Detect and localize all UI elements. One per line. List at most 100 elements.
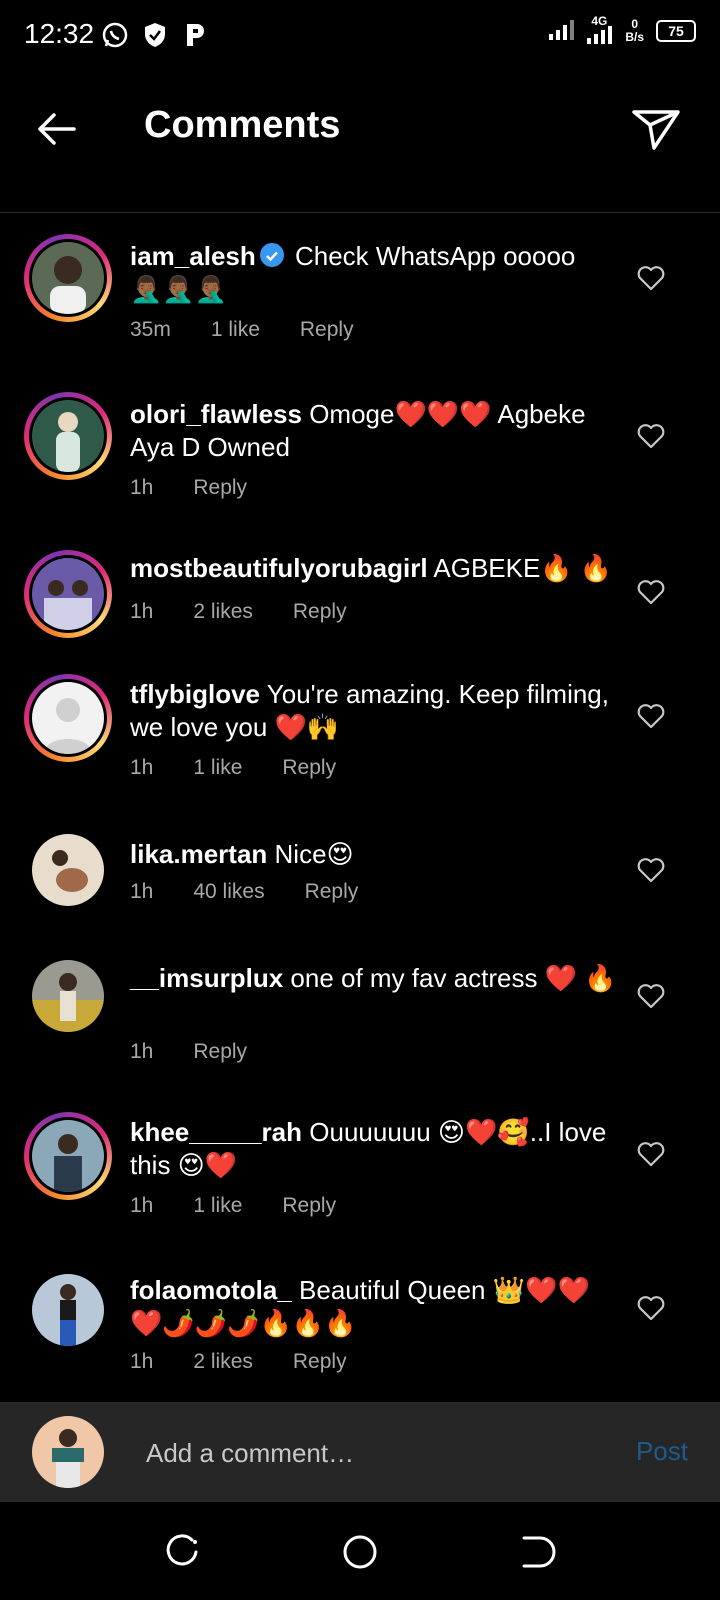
comment-username[interactable]: folaomotola_ [130, 1275, 292, 1305]
comment-body: lika.mertan Nice😍 [130, 838, 620, 871]
heart-icon [637, 984, 665, 1009]
comment-body: tflybiglove You're amazing. Keep filming… [130, 678, 620, 744]
p-app-icon [180, 20, 210, 50]
reply-button[interactable]: Reply [293, 1350, 347, 1374]
story-ring[interactable] [24, 674, 112, 762]
comments-list[interactable]: iam_alesh Check WhatsApp ooooo 🤦🏾‍♂️🤦🏾‍♂… [0, 214, 720, 1402]
story-ring[interactable] [24, 234, 112, 322]
heart-icon [637, 704, 665, 729]
like-button[interactable] [636, 1140, 666, 1168]
back-nav-icon [522, 1536, 556, 1568]
home-button[interactable] [340, 1532, 380, 1572]
page-title: Comments [144, 104, 341, 146]
comment-time: 1h [130, 756, 154, 779]
avatar [32, 558, 104, 630]
reply-button[interactable]: Reply [282, 756, 336, 780]
status-notification-icons [100, 20, 210, 50]
home-circle-icon [343, 1535, 377, 1569]
story-ring[interactable] [24, 392, 112, 480]
comment-username[interactable]: khee_____rah [130, 1117, 302, 1147]
comment-body: folaomotola_ Beautiful Queen 👑❤️❤️ ❤️🌶️🌶… [130, 1274, 620, 1340]
reply-button[interactable]: Reply [193, 1040, 247, 1064]
avatar [32, 400, 104, 472]
comment-meta: 1h Reply [130, 1040, 247, 1064]
story-ring[interactable] [24, 550, 112, 638]
header-divider [0, 212, 720, 213]
reply-button[interactable]: Reply [305, 880, 359, 904]
comment-item: khee_____rah Ouuuuuuu 😍❤️🥰..I love this … [0, 1112, 720, 1242]
comment-likes[interactable]: 2 likes [193, 1350, 253, 1374]
comment-body: mostbeautifulyorubagirl AGBEKE🔥 🔥 [130, 552, 620, 585]
comment-meta: 35m 1 like Reply [130, 318, 354, 342]
back-nav-button[interactable] [516, 1532, 556, 1572]
story-ring[interactable] [24, 1112, 112, 1200]
like-button[interactable] [636, 422, 666, 450]
comment-likes[interactable]: 2 likes [193, 600, 253, 624]
like-button[interactable] [636, 578, 666, 606]
comment-text: Nice😍 [274, 839, 354, 869]
status-time: 12:32 [24, 18, 95, 49]
comment-time: 1h [130, 600, 154, 623]
avatar [32, 242, 104, 314]
comment-username[interactable]: mostbeautifulyorubagirl [130, 553, 428, 583]
back-button[interactable] [30, 102, 86, 158]
comment-time: 1h [130, 880, 154, 903]
comment-time: 1h [130, 476, 154, 499]
comment-meta: 1h 2 likes Reply [130, 600, 347, 624]
avatar[interactable] [32, 834, 104, 906]
reply-button[interactable]: Reply [293, 600, 347, 624]
avatar[interactable] [32, 1274, 104, 1346]
comment-body: iam_alesh Check WhatsApp ooooo 🤦🏾‍♂️🤦🏾‍♂… [130, 240, 620, 306]
comment-emoji: 🤦🏾‍♂️🤦🏾‍♂️🤦🏾‍♂️ [130, 274, 228, 304]
comment-likes[interactable]: 40 likes [193, 880, 264, 904]
comment-composer: Post [0, 1402, 720, 1502]
like-button[interactable] [636, 856, 666, 884]
comment-body: olori_flawless Omoge❤️❤️❤️ Agbeke Aya D … [130, 398, 620, 464]
comment-item: folaomotola_ Beautiful Queen 👑❤️❤️ ❤️🌶️🌶… [0, 1274, 720, 1402]
reply-button[interactable]: Reply [282, 1194, 336, 1218]
comment-username[interactable]: tflybiglove [130, 679, 260, 709]
comment-username[interactable]: olori_flawless [130, 399, 302, 429]
comment-item: iam_alesh Check WhatsApp ooooo 🤦🏾‍♂️🤦🏾‍♂… [0, 234, 720, 384]
battery-indicator: 75 [656, 20, 696, 42]
comment-likes[interactable]: 1 like [193, 756, 242, 780]
verified-badge-icon [259, 243, 284, 267]
heart-icon [637, 424, 665, 449]
comment-item: mostbeautifulyorubagirl AGBEKE🔥 🔥 1h 2 l… [0, 550, 720, 660]
reply-button[interactable]: Reply [193, 476, 247, 500]
comment-likes[interactable]: 1 like [211, 318, 260, 342]
comment-item: lika.mertan Nice😍 1h 40 likes Reply [0, 834, 720, 944]
signal-icon [549, 19, 575, 43]
arrow-left-icon [38, 113, 76, 145]
heart-icon [637, 1296, 665, 1321]
shield-check-icon [140, 20, 170, 50]
like-button[interactable] [636, 1294, 666, 1322]
like-button[interactable] [636, 264, 666, 292]
post-button[interactable]: Post [636, 1436, 688, 1467]
current-user-avatar [32, 1416, 104, 1488]
reply-button[interactable]: Reply [300, 318, 354, 342]
comment-time: 1h [130, 1350, 154, 1373]
comment-likes[interactable]: 1 like [193, 1194, 242, 1218]
avatar[interactable] [32, 960, 104, 1032]
comment-item: tflybiglove You're amazing. Keep filming… [0, 674, 720, 804]
share-button[interactable] [628, 100, 684, 156]
network-speed-unit: B/s [625, 30, 644, 44]
comment-text: one of my fav actress ❤️ 🔥 [290, 963, 617, 993]
comment-username[interactable]: __imsurplux [130, 963, 283, 993]
comment-input[interactable] [144, 1432, 588, 1474]
comment-body: khee_____rah Ouuuuuuu 😍❤️🥰..I love this … [130, 1116, 620, 1182]
comment-username[interactable]: iam_alesh [130, 241, 256, 271]
comment-meta: 1h 1 like Reply [130, 756, 336, 780]
status-bar: 12:32 4G 0 B/s 75 [0, 0, 720, 72]
like-button[interactable] [636, 702, 666, 730]
recent-apps-button[interactable] [164, 1532, 204, 1572]
comment-time: 1h [130, 1040, 154, 1063]
comment-username[interactable]: lika.mertan [130, 839, 267, 869]
comment-item: __imsurplux one of my fav actress ❤️ 🔥 1… [0, 960, 720, 1090]
comment-text: AGBEKE🔥 🔥 [433, 553, 613, 583]
comment-meta: 1h 2 likes Reply [130, 1350, 347, 1374]
comments-header: Comments [0, 72, 720, 212]
heart-icon [637, 1142, 665, 1167]
like-button[interactable] [636, 982, 666, 1010]
